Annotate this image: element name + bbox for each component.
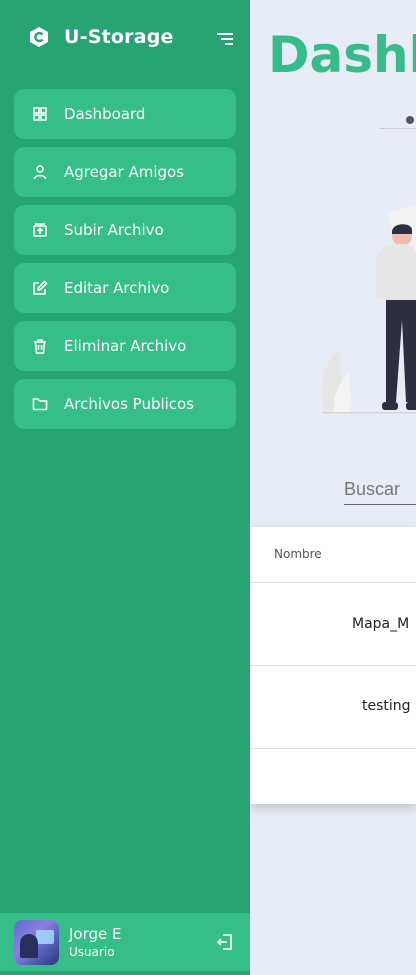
- table-cell-nombre[interactable]: testing: [362, 698, 411, 714]
- sidebar-item-dashboard[interactable]: Dashboard: [14, 89, 236, 139]
- sidebar-item-subir-archivo[interactable]: Subir Archivo: [14, 205, 236, 255]
- sidebar-item-label: Subir Archivo: [64, 221, 164, 239]
- folder-icon: [31, 395, 49, 413]
- user-name: Jorge E: [69, 925, 122, 943]
- main-content: Dashb Nombre Mapa_M testing: [250, 0, 416, 975]
- sidebar-item-label: Dashboard: [64, 105, 146, 123]
- sidebar-item-editar-archivo[interactable]: Editar Archivo: [14, 263, 236, 313]
- divider: [380, 128, 416, 129]
- sidebar-item-archivos-publicos[interactable]: Archivos Publicos: [14, 379, 236, 429]
- edit-icon: [31, 279, 49, 297]
- trash-icon: [31, 337, 49, 355]
- divider: [250, 665, 416, 666]
- user-icon: [31, 163, 49, 181]
- sidebar-item-label: Eliminar Archivo: [64, 337, 187, 355]
- divider: [250, 748, 416, 749]
- user-role: Usuario: [69, 945, 115, 959]
- sidebar: U-Storage Dashboard Agregar Amigos Subir…: [0, 0, 250, 975]
- avatar-screen-shape: [36, 929, 54, 944]
- user-panel: Jorge E Usuario: [0, 913, 250, 971]
- sidebar-item-eliminar-archivo[interactable]: Eliminar Archivo: [14, 321, 236, 371]
- menu-toggle-icon[interactable]: [215, 30, 235, 48]
- sidebar-nav: Dashboard Agregar Amigos Subir Archivo E…: [14, 89, 236, 437]
- sidebar-item-label: Agregar Amigos: [64, 163, 185, 181]
- column-header-nombre: Nombre: [274, 547, 322, 561]
- logout-icon[interactable]: [216, 933, 234, 951]
- carousel-dot[interactable]: [406, 116, 414, 124]
- avatar[interactable]: [14, 919, 59, 965]
- user-info: Jorge E Usuario: [69, 925, 122, 959]
- divider: [250, 582, 416, 583]
- brand-logo-icon: [30, 27, 48, 47]
- avatar-figure-shape: [20, 933, 38, 958]
- sidebar-item-label: Archivos Publicos: [64, 395, 195, 413]
- files-table: Nombre Mapa_M testing: [250, 527, 416, 804]
- brand-name: U-Storage: [64, 26, 174, 48]
- person-illustration: [320, 204, 416, 414]
- brand[interactable]: U-Storage: [28, 26, 174, 48]
- table-cell-nombre[interactable]: Mapa_M: [352, 616, 409, 632]
- sidebar-item-agregar-amigos[interactable]: Agregar Amigos: [14, 147, 236, 197]
- upload-box-icon: [31, 221, 49, 239]
- dashboard-grid-icon: [31, 105, 49, 123]
- sidebar-item-label: Editar Archivo: [64, 279, 170, 297]
- search-input[interactable]: [344, 474, 416, 505]
- page-title: Dashb: [268, 26, 416, 84]
